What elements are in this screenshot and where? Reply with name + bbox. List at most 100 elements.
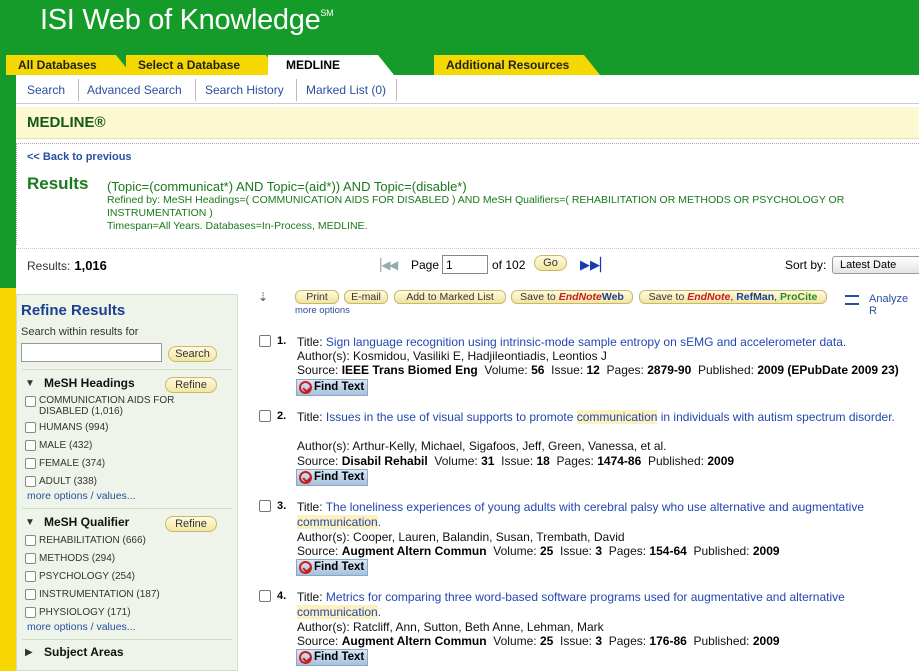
record-title-link[interactable]: The loneliness experiences of young adul… xyxy=(297,500,864,529)
nav-search-history[interactable]: Search History xyxy=(205,83,284,97)
mesh-headings-title: MeSH Headings xyxy=(44,376,135,390)
pages-label: Pages: xyxy=(608,634,647,648)
mesh-heading-checkbox[interactable] xyxy=(25,396,36,407)
nav-search[interactable]: Search xyxy=(27,83,65,97)
select-all-icon[interactable]: ⇣ xyxy=(258,290,268,304)
title-label: Title: xyxy=(297,410,323,424)
mesh-headings-more-link[interactable]: more options / values... xyxy=(27,490,136,502)
save-to-endnote-web-button[interactable]: Save to EndNoteWeb xyxy=(511,290,633,304)
mesh-qualifier-title: MeSH Qualifier xyxy=(44,515,130,529)
analyze-results-link[interactable]: Analyze R xyxy=(869,293,919,317)
add-to-marked-list-button[interactable]: Add to Marked List xyxy=(394,290,506,304)
published-value: 2009 xyxy=(752,544,780,558)
mesh-heading-checkbox[interactable] xyxy=(25,458,36,469)
refine-results-title: Refine Results xyxy=(21,302,126,319)
mesh-qualifier-checkbox[interactable] xyxy=(25,535,36,546)
volume-label: Volume: xyxy=(434,454,478,468)
pages-label: Pages: xyxy=(608,544,647,558)
back-to-previous-link[interactable]: << Back to previous xyxy=(27,151,132,163)
sort-by-select[interactable]: Latest Date xyxy=(832,256,919,274)
sort-by-label: Sort by: xyxy=(785,258,827,272)
expand-triangle-icon[interactable]: ▶ xyxy=(25,647,33,658)
tab-all-databases[interactable]: All Databases xyxy=(6,55,132,75)
mesh-qualifier-more-link[interactable]: more options / values... xyxy=(27,621,136,633)
search-within-input[interactable] xyxy=(21,343,162,362)
subject-areas-title[interactable]: Subject Areas xyxy=(44,645,124,659)
toolbar-more-options-link[interactable]: more options xyxy=(295,305,350,316)
source-value: IEEE Trans Biomed Eng xyxy=(341,363,478,377)
pages-label: Pages: xyxy=(606,363,644,377)
results-count-label: Results: xyxy=(27,259,71,273)
record-source: Source: Augment Altern Commun Volume: 25… xyxy=(297,634,780,648)
email-button[interactable]: E-mail xyxy=(344,290,388,304)
authors-value: Cooper, Lauren, Balandin, Susan, Trembat… xyxy=(353,530,625,544)
record-title-link[interactable]: Metrics for comparing three word-based s… xyxy=(297,590,845,619)
title-label: Title: xyxy=(297,500,323,514)
volume-label: Volume: xyxy=(493,634,537,648)
record-title-link[interactable]: Issues in the use of visual supports to … xyxy=(326,410,895,424)
record-checkbox[interactable] xyxy=(259,410,271,422)
record-checkbox[interactable] xyxy=(259,590,271,602)
pages-value: 176-86 xyxy=(649,634,687,648)
find-text-label: Find Text xyxy=(314,561,365,573)
record-checkbox[interactable] xyxy=(259,500,271,512)
brand-text: ISI Web of Knowledge xyxy=(40,4,321,36)
find-text-icon xyxy=(299,561,312,574)
record-number: 2. xyxy=(277,410,287,422)
divider xyxy=(22,639,232,640)
mesh-qualifier-checkbox[interactable] xyxy=(25,553,36,564)
mesh-qualifier-label: INSTRUMENTATION (187) xyxy=(39,589,160,600)
print-button[interactable]: Print xyxy=(295,290,339,304)
find-text-button[interactable]: Find Text xyxy=(296,469,368,486)
record-checkbox[interactable] xyxy=(259,335,271,347)
tab-medline[interactable]: MEDLINE xyxy=(268,55,394,75)
mesh-heading-label: FEMALE (374) xyxy=(39,458,106,469)
source-label: Source: xyxy=(297,634,339,648)
tab-additional-resources[interactable]: Additional Resources xyxy=(434,55,600,75)
sub-navigation: Search Advanced Search Search History Ma… xyxy=(16,75,919,104)
tab-select-database[interactable]: Select a Database xyxy=(126,55,282,75)
mesh-qualifier-refine-button[interactable]: Refine xyxy=(165,516,217,532)
expand-triangle-icon[interactable]: ▼ xyxy=(25,378,35,389)
prev-page-icon[interactable]: ◀ xyxy=(389,258,398,272)
mesh-headings-refine-button[interactable]: Refine xyxy=(165,377,217,393)
record-title-link[interactable]: Sign language recognition using intrinsi… xyxy=(326,335,846,349)
record-number: 4. xyxy=(277,590,287,602)
mesh-qualifier-label: REHABILITATION (666) xyxy=(39,535,146,546)
search-within-button[interactable]: Search xyxy=(168,346,217,362)
record-source: Source: Augment Altern Commun Volume: 25… xyxy=(297,544,780,558)
expand-triangle-icon[interactable]: ▼ xyxy=(25,517,35,528)
find-text-button[interactable]: Find Text xyxy=(296,559,368,576)
find-text-button[interactable]: Find Text xyxy=(296,379,368,396)
published-value: 2009 xyxy=(752,634,780,648)
title-part: Issues in the use of visual supports to … xyxy=(325,410,577,424)
go-button[interactable]: Go xyxy=(534,255,567,271)
mesh-qualifier-checkbox[interactable] xyxy=(25,589,36,600)
mesh-qualifier-label: PHYSIOLOGY (171) xyxy=(39,607,131,618)
published-value: 2009 (EPubDate 2009 23) xyxy=(757,363,899,377)
record-number: 1. xyxy=(277,335,287,347)
search-within-label: Search within results for xyxy=(21,326,139,338)
find-text-button[interactable]: Find Text xyxy=(296,649,368,666)
site-logo[interactable]: ISI Web of KnowledgeSM xyxy=(40,4,334,37)
nav-advanced-search[interactable]: Advanced Search xyxy=(87,83,182,97)
nav-marked-list[interactable]: Marked List (0) xyxy=(306,83,386,97)
results-heading: Results xyxy=(27,174,89,193)
mesh-heading-checkbox[interactable] xyxy=(25,476,36,487)
record-source: Source: IEEE Trans Biomed Eng Volume: 56… xyxy=(297,363,899,377)
page-number-input[interactable] xyxy=(442,255,488,274)
mesh-heading-checkbox[interactable] xyxy=(25,440,36,451)
authors-value: Arthur-Kelly, Michael, Sigafoos, Jeff, G… xyxy=(352,439,667,453)
issue-label: Issue: xyxy=(501,454,534,468)
analyze-icon[interactable] xyxy=(845,295,859,305)
mesh-qualifier-checkbox[interactable] xyxy=(25,607,36,618)
next-page-icon[interactable]: ▶▶▏ xyxy=(580,257,610,273)
issue-value: 3 xyxy=(595,544,603,558)
first-page-icon[interactable]: ▕◀ xyxy=(372,258,390,272)
volume-value: 25 xyxy=(539,634,554,648)
title-label: Title: xyxy=(297,590,323,604)
mesh-heading-checkbox[interactable] xyxy=(25,422,36,433)
mesh-qualifier-checkbox[interactable] xyxy=(25,571,36,582)
save-to-endnote-refman-procite-button[interactable]: Save to EndNote, RefMan, ProCite xyxy=(639,290,827,304)
refined-by-text: Refined by: MeSH Headings=( COMMUNICATIO… xyxy=(107,194,845,219)
